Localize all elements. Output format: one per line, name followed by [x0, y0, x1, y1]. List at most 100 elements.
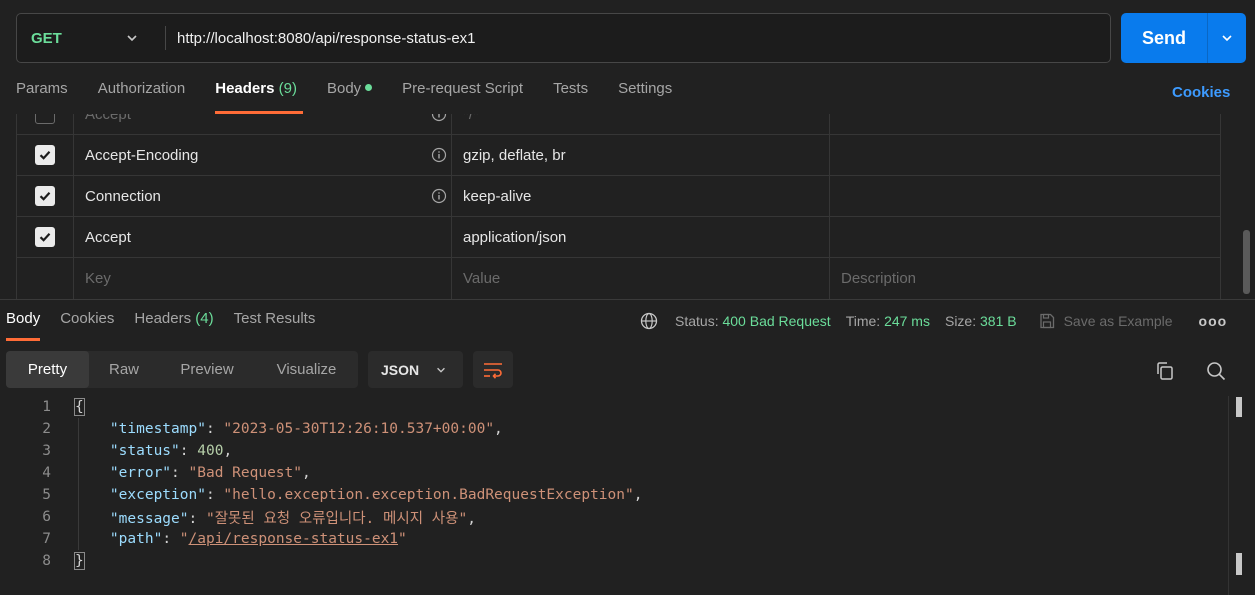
tab-label: Test Results — [233, 310, 316, 327]
tab-response-cookies[interactable]: Cookies — [60, 310, 114, 341]
code-scrollbar-top[interactable] — [1236, 397, 1242, 417]
method-select[interactable]: GET — [17, 14, 165, 62]
line-number: 8 — [42, 553, 51, 569]
json-key: "error" — [109, 465, 172, 481]
header-key-cell[interactable]: Accept — [74, 217, 452, 257]
chevron-down-icon — [1222, 35, 1232, 42]
tab-label: Params — [16, 80, 68, 97]
header-value: keep-alive — [463, 187, 532, 205]
header-description-cell[interactable] — [830, 114, 1220, 134]
view-mode-visualize[interactable]: Visualize — [255, 351, 358, 388]
header-key: Connection — [85, 187, 161, 205]
save-icon — [1039, 313, 1054, 329]
tab-tests[interactable]: Tests — [553, 80, 588, 114]
view-mode-pretty[interactable]: Pretty — [6, 351, 89, 388]
tab-response-body[interactable]: Body — [6, 310, 41, 341]
tab-test-results[interactable]: Test Results — [234, 310, 316, 341]
header-description-cell[interactable] — [830, 135, 1220, 175]
header-value-cell[interactable]: gzip, deflate, br — [452, 135, 830, 175]
code-text: "error": "Bad Request", — [109, 465, 311, 481]
row-checkbox[interactable] — [35, 227, 55, 247]
header-description-cell[interactable] — [830, 217, 1220, 257]
size-value[interactable]: 381 B — [980, 313, 1017, 329]
header-value-cell[interactable]: keep-alive — [452, 176, 830, 216]
view-mode-preview[interactable]: Preview — [159, 351, 255, 388]
code-text: "exception": "hello.exception.exception.… — [109, 487, 643, 503]
code-scrollbar-bottom[interactable] — [1236, 553, 1242, 575]
json-link-value[interactable]: /api/response-status-ex1 — [189, 531, 399, 547]
new-key-input[interactable]: Key — [74, 258, 452, 299]
headers-scrollbar[interactable] — [1243, 230, 1250, 294]
row-checkbox-cell — [17, 258, 74, 299]
tab-authorization[interactable]: Authorization — [98, 80, 186, 114]
more-options-icon[interactable]: ooo — [1199, 313, 1228, 329]
check-icon — [39, 233, 51, 242]
tab-pre-request-script[interactable]: Pre-request Script — [402, 80, 523, 114]
code-text: } — [74, 552, 85, 570]
request-tabs: Params Authorization Headers (9) Body Pr… — [16, 80, 702, 114]
tab-label: Body — [6, 310, 41, 327]
row-checkbox-cell — [17, 114, 74, 134]
close-brace: } — [74, 552, 85, 570]
headers-table: Accept */* Accept-Encoding gzip, deflate… — [16, 114, 1221, 299]
tab-params[interactable]: Params — [16, 80, 68, 114]
tab-settings[interactable]: Settings — [618, 80, 672, 114]
search-icon — [1207, 362, 1226, 381]
table-row-new: Key Value Description — [17, 258, 1220, 299]
time-label: Time: — [845, 313, 881, 329]
pane-divider[interactable] — [0, 299, 1255, 300]
cookies-link[interactable]: Cookies — [1172, 84, 1230, 101]
send-button[interactable]: Send — [1121, 13, 1246, 63]
header-key-cell[interactable]: Accept — [74, 114, 452, 134]
header-value: application/json — [463, 228, 567, 246]
table-row: Connection keep-alive — [17, 176, 1220, 217]
line-number: 4 — [42, 465, 51, 481]
search-button[interactable] — [1205, 360, 1227, 386]
new-description-input[interactable]: Description — [830, 258, 1220, 299]
url-input[interactable]: http://localhost:8080/api/response-statu… — [166, 30, 476, 47]
wrap-lines-button[interactable] — [473, 351, 513, 388]
tab-label: Cookies — [60, 310, 115, 327]
code-scroll-track — [1228, 396, 1229, 595]
globe-icon[interactable] — [640, 312, 658, 330]
tab-response-headers[interactable]: Headers (4) — [134, 310, 213, 341]
code-line: 8 } — [0, 550, 1230, 572]
tab-body[interactable]: Body — [327, 80, 373, 114]
tab-count: (4) — [195, 310, 214, 327]
row-checkbox[interactable] — [35, 186, 55, 206]
code-text: { — [74, 398, 85, 416]
view-mode-raw[interactable]: Raw — [89, 351, 159, 388]
json-key: "status" — [109, 443, 180, 459]
table-row: Accept */* — [17, 114, 1220, 135]
response-body-viewer[interactable]: 1 { 2 "timestamp": "2023-05-30T12:26:10.… — [0, 396, 1230, 595]
json-value: "hello.exception.exception.BadRequestExc… — [223, 487, 634, 503]
line-number: 6 — [42, 509, 51, 525]
send-options-button[interactable] — [1208, 31, 1246, 45]
row-checkbox[interactable] — [35, 114, 55, 124]
copy-button[interactable] — [1154, 360, 1176, 386]
header-value-cell[interactable]: */* — [452, 114, 830, 134]
save-as-example-button[interactable]: Save as Example — [1038, 312, 1173, 330]
format-select[interactable]: JSON — [368, 351, 463, 388]
row-checkbox[interactable] — [35, 145, 55, 165]
open-brace: { — [74, 398, 85, 416]
view-mode-selector: Pretty Raw Preview Visualize — [6, 351, 358, 388]
chevron-down-icon — [437, 367, 445, 373]
code-line: 5 "exception": "hello.exception.exceptio… — [0, 484, 1230, 506]
info-icon[interactable] — [431, 147, 447, 163]
wrap-icon — [484, 362, 502, 379]
new-value-input[interactable]: Value — [452, 258, 830, 299]
header-key-cell[interactable]: Connection — [74, 176, 452, 216]
info-icon[interactable] — [431, 114, 447, 122]
header-key-cell[interactable]: Accept-Encoding — [74, 135, 452, 175]
header-value: gzip, deflate, br — [463, 146, 566, 164]
status-value[interactable]: 400 Bad Request — [722, 313, 830, 329]
save-as-example-label: Save as Example — [1063, 313, 1173, 329]
method-label: GET — [31, 29, 62, 47]
info-icon[interactable] — [431, 188, 447, 204]
tab-headers[interactable]: Headers (9) — [215, 80, 303, 114]
tab-label: Authorization — [97, 80, 186, 97]
header-description-cell[interactable] — [830, 176, 1220, 216]
time-value[interactable]: 247 ms — [884, 313, 930, 329]
header-value-cell[interactable]: application/json — [452, 217, 830, 257]
